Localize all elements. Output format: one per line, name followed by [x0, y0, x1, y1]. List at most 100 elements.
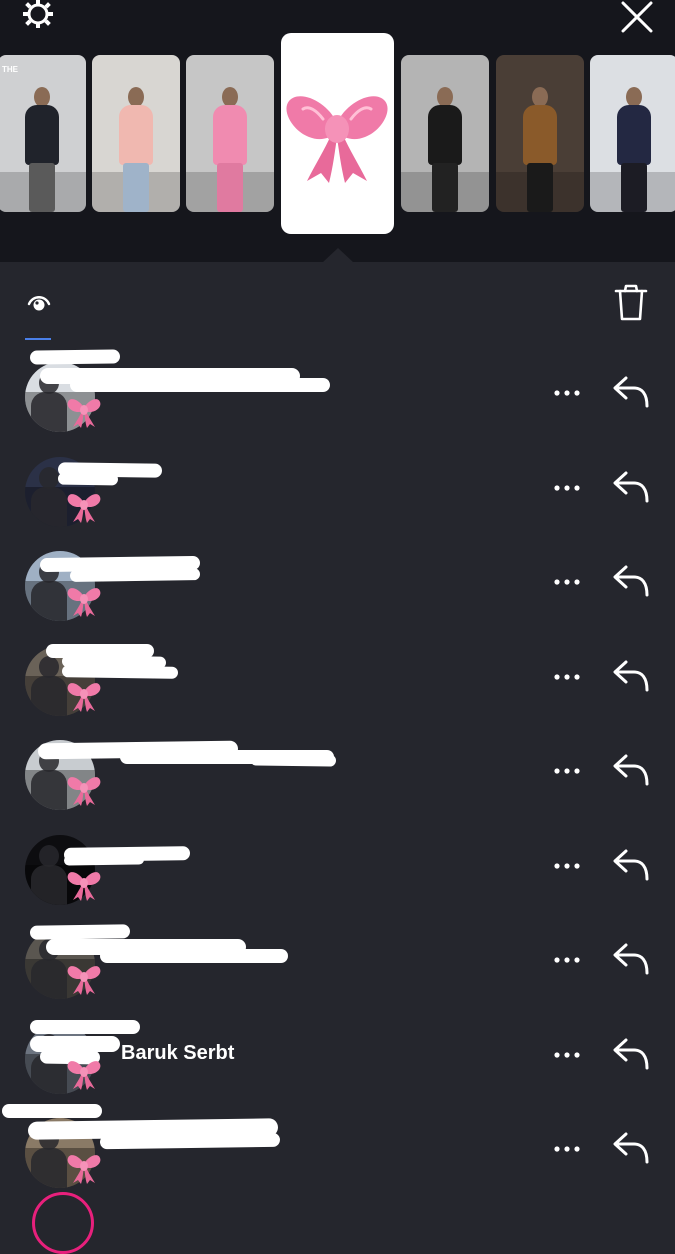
viewer-row[interactable] — [0, 827, 675, 922]
person-top — [523, 105, 557, 165]
reply-icon[interactable] — [612, 563, 650, 599]
redaction-scribble — [100, 949, 288, 963]
thumbnail-person — [617, 87, 651, 212]
story-thumbnail[interactable] — [496, 55, 584, 212]
story-strip-header: THE — [0, 0, 675, 263]
reply-icon[interactable] — [612, 941, 650, 977]
avatar-body — [31, 581, 67, 621]
close-icon[interactable] — [616, 0, 658, 38]
person-head — [128, 87, 144, 107]
person-legs — [217, 163, 243, 212]
more-icon[interactable] — [552, 670, 582, 684]
redaction-scribble — [29, 349, 121, 365]
story-thumbnail[interactable] — [590, 55, 675, 212]
redaction-scribble — [29, 924, 131, 940]
person-top — [119, 105, 153, 165]
thumbnail-person — [213, 87, 247, 212]
pink-bow-icon — [67, 777, 101, 806]
selection-pointer — [322, 248, 354, 263]
viewer-row[interactable] — [0, 732, 675, 827]
person-head — [222, 87, 238, 107]
avatar-body — [31, 675, 67, 716]
redaction-scribble — [99, 1132, 281, 1150]
reply-icon[interactable] — [612, 752, 650, 788]
viewer-row[interactable]: Baruk Serbt — [0, 1016, 675, 1111]
redaction-scribble — [70, 378, 330, 392]
redaction-scribble — [69, 568, 201, 582]
more-icon[interactable] — [552, 386, 582, 400]
reply-icon[interactable] — [612, 469, 650, 505]
avatar-partial[interactable] — [32, 1192, 94, 1254]
story-thumbnail[interactable] — [92, 55, 180, 212]
person-head — [437, 87, 453, 107]
person-legs — [29, 163, 55, 212]
reply-icon[interactable] — [612, 847, 650, 883]
redaction-scribble — [61, 664, 179, 679]
reply-icon[interactable] — [612, 1036, 650, 1072]
redaction-scribble — [57, 472, 119, 485]
avatar-body — [31, 959, 67, 999]
person-top — [617, 105, 651, 165]
pink-bow-icon — [67, 966, 101, 995]
redaction-scribble — [30, 1019, 140, 1034]
avatar-body — [31, 864, 67, 905]
avatar-body — [31, 392, 67, 432]
story-thumbnail[interactable] — [401, 55, 489, 212]
reply-icon[interactable] — [612, 374, 650, 410]
avatar-head — [39, 844, 59, 867]
eye-tab-indicator — [25, 338, 51, 340]
viewer-row[interactable] — [0, 543, 675, 638]
person-top — [25, 105, 59, 165]
viewers-panel: Baruk Serbt — [0, 262, 675, 1200]
redaction-scribble — [249, 753, 337, 767]
more-icon[interactable] — [552, 1048, 582, 1062]
avatar-body — [31, 486, 67, 527]
story-thumbnail-selected[interactable] — [281, 33, 394, 234]
avatar-head — [39, 466, 59, 489]
viewer-name: Baruk Serbt — [121, 1041, 235, 1064]
pink-bow-icon — [67, 588, 101, 617]
person-legs — [621, 163, 647, 212]
viewer-row[interactable] — [0, 349, 675, 449]
reply-icon[interactable] — [612, 1130, 650, 1166]
redaction-scribble — [2, 1104, 102, 1118]
viewer-row[interactable] — [0, 449, 675, 544]
person-head — [34, 87, 50, 107]
thumbnail-person — [25, 87, 59, 212]
story-thumbnail[interactable]: THE — [0, 55, 86, 212]
thumbnail-person — [119, 87, 153, 212]
pink-bow-icon — [67, 871, 101, 901]
thumbnail-label: THE — [2, 65, 18, 74]
person-head — [626, 87, 642, 107]
thumbnail-person — [428, 87, 462, 212]
redaction-scribble — [63, 853, 145, 866]
avatar-head — [39, 655, 59, 678]
more-icon[interactable] — [552, 575, 582, 589]
pink-bow-icon — [67, 493, 101, 523]
reply-icon[interactable] — [612, 658, 650, 694]
viewer-row[interactable] — [0, 921, 675, 1016]
thumbnail-person — [523, 87, 557, 212]
more-icon[interactable] — [552, 764, 582, 778]
avatar-body — [31, 770, 67, 810]
person-legs — [432, 163, 458, 212]
person-top — [213, 105, 247, 165]
more-icon[interactable] — [552, 1142, 582, 1156]
pink-bow-icon — [67, 682, 101, 712]
eye-icon[interactable] — [27, 292, 51, 314]
person-legs — [527, 163, 553, 212]
pink-bow-icon — [286, 96, 388, 183]
gear-icon[interactable] — [18, 0, 58, 34]
viewer-row[interactable] — [0, 1104, 675, 1205]
person-head — [532, 87, 548, 107]
more-icon[interactable] — [552, 481, 582, 495]
trash-icon[interactable] — [614, 284, 648, 322]
pink-bow-icon — [67, 1060, 101, 1090]
viewer-row[interactable] — [0, 638, 675, 733]
more-icon[interactable] — [552, 953, 582, 967]
more-icon[interactable] — [552, 859, 582, 873]
person-legs — [123, 163, 149, 212]
story-thumbnail[interactable] — [186, 55, 274, 212]
person-top — [428, 105, 462, 165]
pink-bow-icon — [67, 1155, 101, 1184]
